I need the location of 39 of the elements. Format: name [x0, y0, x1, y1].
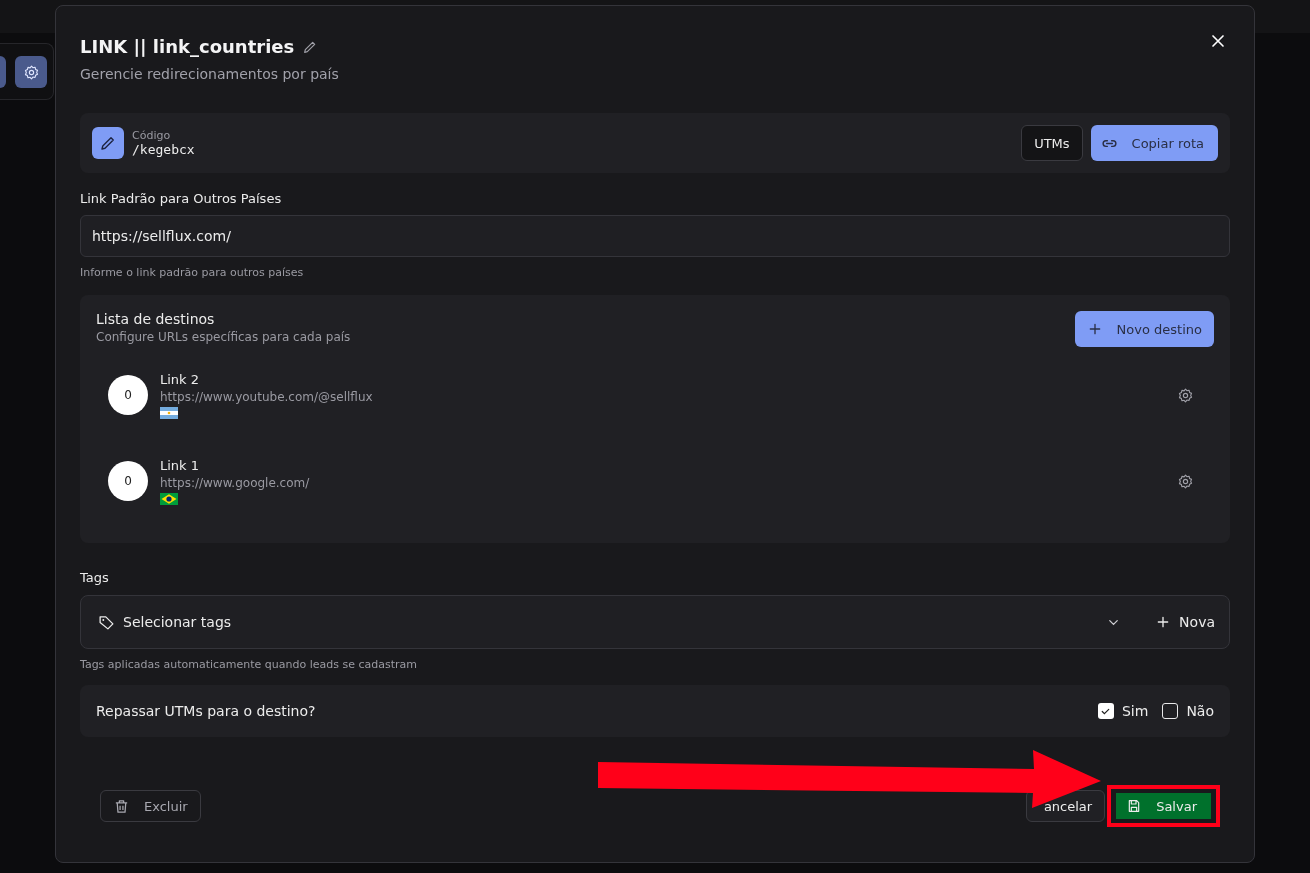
input-field[interactable]: https://sellflux.com/: [80, 215, 1230, 257]
trash-icon: [113, 797, 130, 815]
delete-button[interactable]: Excluir: [100, 790, 201, 822]
copy-route-button[interactable]: Copiar rota: [1090, 125, 1218, 161]
question-text: Repassar UTMs para o destino?: [96, 703, 317, 719]
checkbox[interactable]: [1162, 703, 1179, 719]
destination-name: Link 1: [160, 457, 201, 473]
section-title: Lista de destinos: [96, 311, 216, 327]
dialog-title: LINK || link_countries: [80, 36, 295, 57]
route-code: /kegebcx: [132, 142, 196, 157]
tag-icon: [98, 613, 115, 631]
helper-text: Tags aplicadas automaticamente quando leads se cadastram: [80, 658, 418, 671]
checkbox[interactable]: [1097, 703, 1114, 719]
settings-icon[interactable]: [1177, 472, 1194, 490]
settings-icon[interactable]: [1177, 386, 1194, 404]
settings-icon: [22, 63, 40, 81]
flag-icon: [160, 406, 178, 419]
field-label: Código: [132, 129, 172, 142]
flag-icon: [160, 492, 178, 505]
utms-button[interactable]: UTMs: [1021, 125, 1083, 161]
settings-button[interactable]: [15, 56, 47, 88]
radio-option[interactable]: Não: [1162, 703, 1214, 719]
radio-option[interactable]: Sim: [1097, 703, 1149, 719]
destination-url: https://www.youtube.com/@sellflux: [160, 389, 374, 404]
field-label: Tags: [80, 570, 110, 585]
field-label: Link Padrão para Outros Países: [80, 191, 283, 206]
tags-select[interactable]: Selecionar tags Nova: [80, 595, 1230, 649]
section-subtitle: Configure URLs específicas para cada país: [96, 330, 352, 344]
dialog-subtitle: Gerencie redirecionamentos por país: [80, 66, 340, 82]
count-badge: 0: [108, 461, 148, 501]
new-destination-button[interactable]: Novo destino: [1074, 311, 1214, 347]
helper-text: Informe o link padrão para outros países: [80, 266, 305, 279]
edit-icon: [99, 134, 117, 152]
count-badge: 0: [108, 375, 148, 415]
edit-button[interactable]: [92, 127, 124, 159]
new-tag-button[interactable]: Nova: [1147, 604, 1229, 640]
destination-url: https://www.google.com/: [160, 475, 311, 490]
destination-name: Link 2: [160, 371, 201, 387]
save-button[interactable]: Salvar: [1116, 793, 1211, 819]
